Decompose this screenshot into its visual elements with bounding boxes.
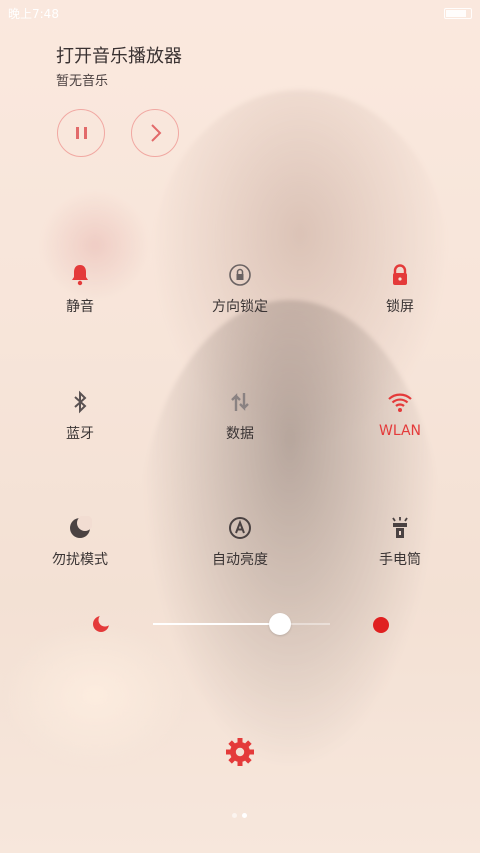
battery-icon xyxy=(444,8,472,19)
music-subtitle: 暂无音乐 xyxy=(56,74,109,89)
tile-do-not-disturb[interactable]: 勿扰模式 xyxy=(20,516,140,586)
pause-button[interactable] xyxy=(57,109,105,157)
brightness-track-filled xyxy=(153,623,280,625)
gear-icon[interactable] xyxy=(225,737,255,767)
tile-label: 勿扰模式 xyxy=(52,552,108,568)
brightness-slider-handle[interactable] xyxy=(269,613,291,635)
auto-brightness-icon xyxy=(229,517,251,539)
status-time: 晚上7:48 xyxy=(8,7,59,21)
tile-label: 数据 xyxy=(226,426,254,442)
tile-label: 锁屏 xyxy=(386,299,414,315)
tile-mobile-data[interactable]: 数据 xyxy=(180,390,300,460)
tile-bluetooth[interactable]: 蓝牙 xyxy=(20,390,140,460)
rotation-lock-icon xyxy=(229,264,251,286)
tile-label: WLAN xyxy=(378,423,421,439)
tile-rotation-lock[interactable]: 方向锁定 xyxy=(180,263,300,333)
tile-auto-brightness[interactable]: 自动亮度 xyxy=(180,516,300,586)
pause-icon xyxy=(76,127,87,139)
tile-label: 手电筒 xyxy=(379,552,421,568)
moon-icon xyxy=(70,516,92,538)
wifi-icon xyxy=(388,393,412,412)
tile-label: 蓝牙 xyxy=(66,426,94,442)
tile-mute[interactable]: 静音 xyxy=(20,263,140,333)
bell-icon xyxy=(72,265,88,286)
bluetooth-icon xyxy=(74,390,87,414)
sun-icon xyxy=(373,617,389,633)
next-button[interactable] xyxy=(131,109,179,157)
moon-icon xyxy=(93,615,110,632)
brightness-slider[interactable] xyxy=(0,605,480,645)
music-title[interactable]: 打开音乐播放器 xyxy=(56,42,182,68)
flashlight-icon xyxy=(392,517,408,538)
page-dot-active xyxy=(242,813,247,818)
status-bar: 晚上7:48 xyxy=(0,0,480,24)
page-indicator xyxy=(230,813,250,819)
tile-flashlight[interactable]: 手电筒 xyxy=(340,516,460,586)
page-dot xyxy=(232,813,237,818)
chevron-right-icon xyxy=(151,124,162,142)
tile-label: 方向锁定 xyxy=(212,299,268,315)
tile-lock-screen[interactable]: 锁屏 xyxy=(340,263,460,333)
lock-icon xyxy=(393,264,407,285)
tile-label: 静音 xyxy=(66,299,94,315)
tile-wlan[interactable]: WLAN xyxy=(340,390,460,460)
tile-label: 自动亮度 xyxy=(212,552,268,568)
mobile-data-icon xyxy=(231,393,249,411)
